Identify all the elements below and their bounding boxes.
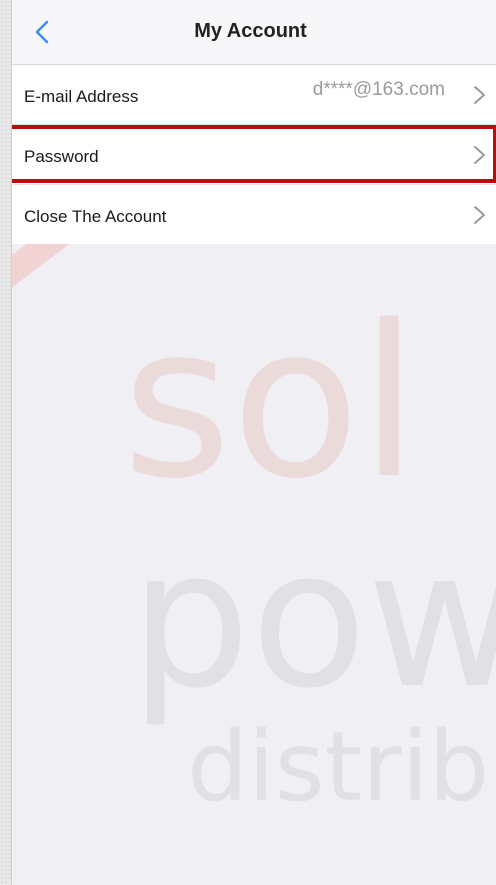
row-label: E-mail Address [24,86,139,106]
watermark-line-1: sol [122,280,418,525]
row-label: Password [24,146,99,166]
email-value: d****@163.com [312,79,445,100]
chevron-right-icon [474,146,485,164]
row-label: Close The Account [24,206,167,226]
navigation-bar: My Account [12,0,496,65]
account-settings-list: E-mail Address d****@163.com Password Cl… [12,65,496,244]
row-close-account[interactable]: Close The Account [12,185,496,244]
row-password[interactable]: Password [12,125,496,185]
row-email-address[interactable]: E-mail Address d****@163.com [12,65,496,125]
chevron-right-icon [474,86,485,104]
phone-screen: sol pow distrib My Account E-mail Addres… [11,0,496,885]
watermark-line-3: distrib [187,711,489,823]
chevron-right-icon [474,206,485,224]
watermark-line-2: pow [130,509,496,730]
page-title: My Account [194,20,307,42]
